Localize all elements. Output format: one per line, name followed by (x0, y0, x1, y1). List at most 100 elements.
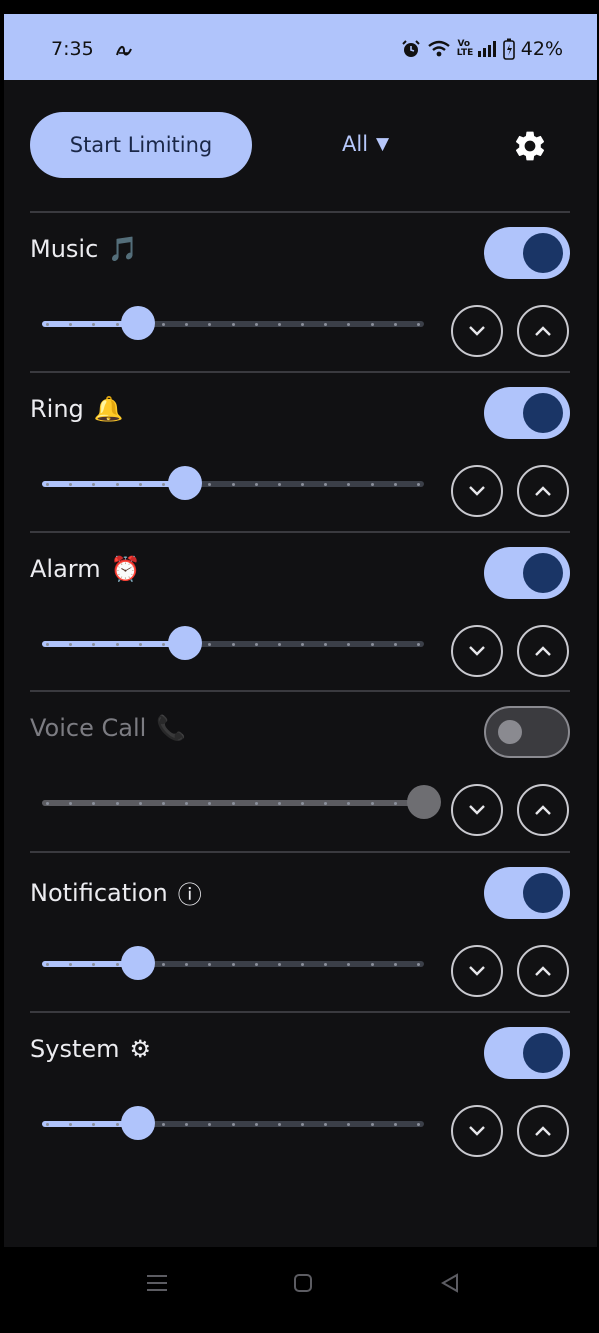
slider-tick (92, 1122, 96, 1126)
voice-call-toggle[interactable] (484, 706, 570, 758)
slider-thumb[interactable] (168, 626, 203, 660)
slider-tick (208, 962, 212, 966)
chevron-down-icon (469, 646, 485, 656)
slider-tick (231, 962, 235, 966)
volume-up-button[interactable] (517, 305, 569, 357)
slider-ticks (42, 481, 424, 487)
volume-down-button[interactable] (451, 1105, 503, 1157)
section-title-text: Ring (30, 395, 84, 423)
slider-tick (301, 482, 305, 486)
recent-apps-icon[interactable] (146, 1273, 168, 1293)
slider-tick (69, 801, 73, 805)
slider-tick (138, 482, 142, 486)
chevron-up-icon (535, 1126, 551, 1136)
slider-tick (185, 1122, 189, 1126)
section-title: System ⚙ (30, 1035, 151, 1063)
chevron-up-icon (535, 326, 551, 336)
slider-thumb[interactable] (120, 946, 155, 980)
volume-down-button[interactable] (451, 945, 503, 997)
slider-tick (277, 801, 281, 805)
slider-tick (92, 801, 96, 805)
settings-gear-icon[interactable] (512, 128, 548, 164)
slider-tick (231, 642, 235, 646)
slider-tick (115, 322, 119, 326)
volume-up-button[interactable] (517, 784, 569, 836)
slider-tick (324, 962, 328, 966)
section-title-text: System (30, 1035, 120, 1063)
slider-tick (46, 482, 49, 486)
system-volume-slider[interactable] (42, 1106, 424, 1140)
toggle-knob (523, 873, 563, 913)
chevron-down-icon (469, 1126, 485, 1136)
slider-tick (393, 1122, 397, 1126)
section-title: Ring 🔔 (30, 395, 124, 423)
slider-tick (370, 482, 374, 486)
toggle-knob (523, 393, 563, 433)
slider-tick (208, 1122, 212, 1126)
slider-tick (301, 962, 305, 966)
chevron-up-icon (535, 486, 551, 496)
section-title: Alarm ⏰ (30, 555, 141, 583)
slider-tick (161, 962, 165, 966)
volume-up-button[interactable] (517, 465, 569, 517)
toggle-knob (523, 553, 563, 593)
alarm-volume-slider[interactable] (42, 626, 424, 660)
volume-down-button[interactable] (451, 305, 503, 357)
alarm-toggle[interactable] (484, 547, 570, 599)
section-title: Notification ⓘ (30, 875, 202, 910)
section-title-text: Alarm (30, 555, 101, 583)
slider-tick (277, 482, 281, 486)
notification-volume-slider[interactable] (42, 946, 424, 980)
volume-up-button[interactable] (517, 625, 569, 677)
slider-tick (69, 322, 73, 326)
home-icon[interactable] (293, 1273, 313, 1293)
slider-tick (417, 1122, 420, 1126)
volume-down-button[interactable] (451, 784, 503, 836)
slider-tick (347, 482, 351, 486)
slider-tick (301, 322, 305, 326)
slider-tick (277, 962, 281, 966)
section-title: Voice Call 📞 (30, 714, 186, 742)
slider-thumb[interactable] (168, 466, 203, 500)
filter-dropdown[interactable]: All ▼ (342, 132, 389, 156)
slider-tick (370, 1122, 374, 1126)
slider-ticks (42, 800, 424, 806)
slider-thumb[interactable] (120, 306, 155, 340)
slider-tick (393, 962, 397, 966)
slider-tick (208, 482, 212, 486)
slider-tick (417, 482, 420, 486)
slider-tick (393, 482, 397, 486)
start-limiting-button[interactable]: Start Limiting (30, 112, 252, 178)
slider-tick (138, 801, 142, 805)
back-icon[interactable] (440, 1273, 460, 1293)
phone-icon: 📞 (156, 714, 187, 742)
volume-up-button[interactable] (517, 1105, 569, 1157)
music-toggle[interactable] (484, 227, 570, 279)
volume-down-button[interactable] (451, 465, 503, 517)
music-volume-slider[interactable] (42, 306, 424, 340)
ring-volume-slider[interactable] (42, 466, 424, 500)
notification-toggle[interactable] (484, 867, 570, 919)
section-system: System ⚙ (30, 1011, 570, 1171)
navigation-bar (0, 1247, 599, 1333)
slider-tick (185, 801, 189, 805)
notification-icon (116, 45, 132, 56)
wifi-icon (428, 40, 450, 57)
ring-toggle[interactable] (484, 387, 570, 439)
volume-down-button[interactable] (451, 625, 503, 677)
slider-tick (208, 642, 212, 646)
chevron-down-icon (469, 966, 485, 976)
voice-call-volume-slider[interactable] (42, 785, 441, 819)
slider-thumb[interactable] (120, 1106, 155, 1140)
slider-thumb[interactable] (407, 785, 441, 819)
slider-tick (69, 482, 73, 486)
section-music: Music 🎵 (30, 211, 570, 371)
slider-tick (277, 322, 281, 326)
slider-tick (69, 1122, 73, 1126)
section-title-text: Voice Call (30, 714, 147, 742)
slider-tick (231, 801, 235, 805)
battery-icon (502, 38, 515, 60)
volume-up-button[interactable] (517, 945, 569, 997)
slider-tick (115, 801, 119, 805)
system-toggle[interactable] (484, 1027, 570, 1079)
